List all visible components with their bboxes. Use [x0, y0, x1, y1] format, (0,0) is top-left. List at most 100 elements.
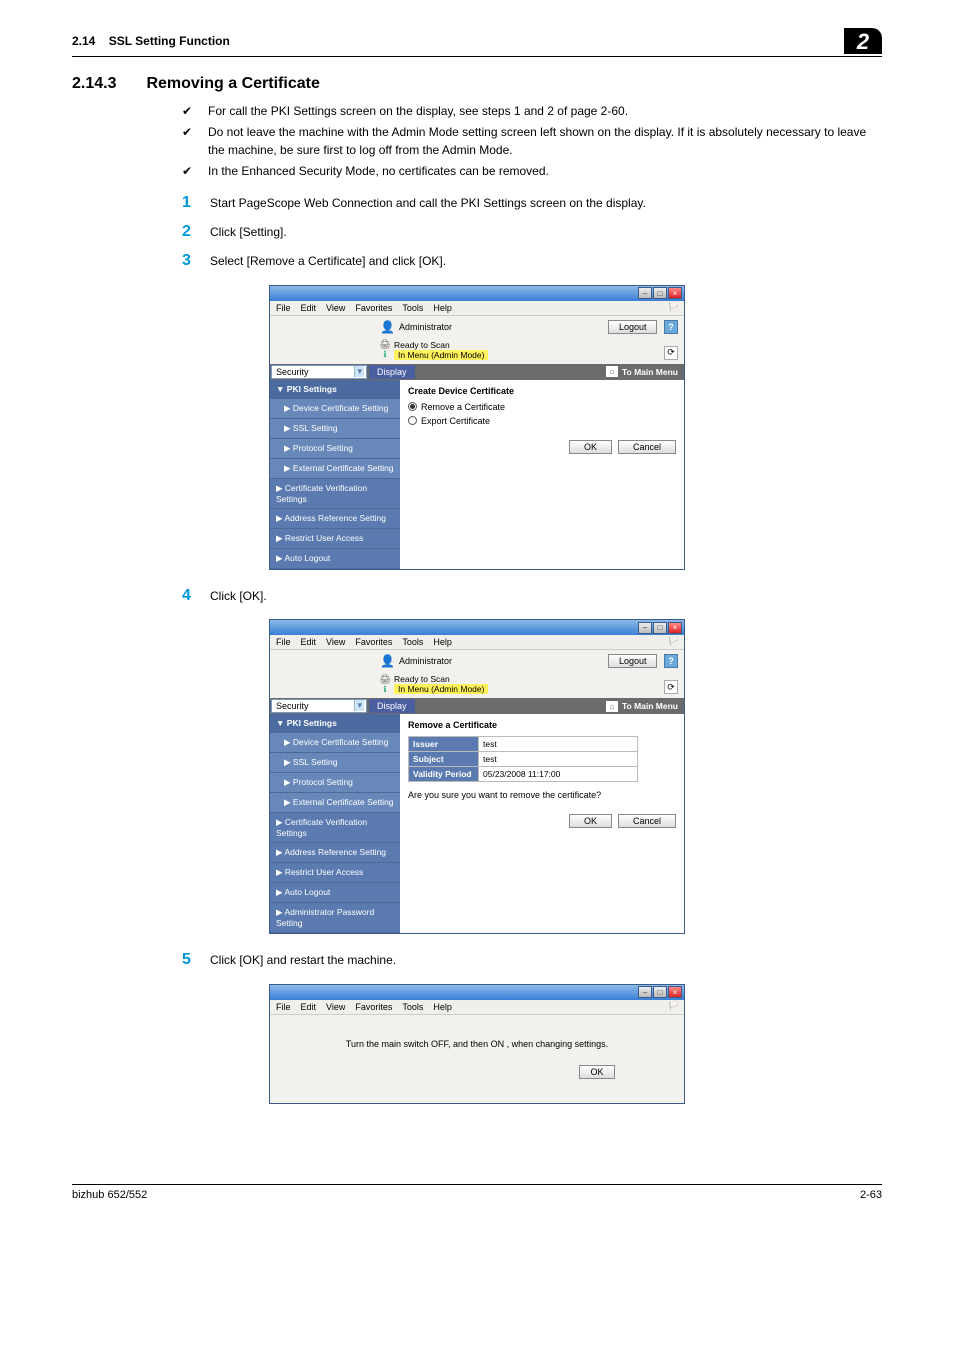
step-number: 1	[182, 195, 210, 211]
sidebar-item-device-cert[interactable]: Device Certificate Setting	[270, 399, 400, 419]
bullet-text: For call the PKI Settings screen on the …	[208, 103, 628, 120]
menu-file[interactable]: File	[276, 1002, 291, 1012]
to-main-menu-link[interactable]: ⌂ To Main Menu	[600, 699, 684, 714]
status-inmenu: In Menu (Admin Mode)	[394, 350, 488, 360]
minimize-icon[interactable]: –	[638, 986, 652, 998]
panel-title: Remove a Certificate	[408, 720, 676, 730]
restart-message: Turn the main switch OFF, and then ON , …	[290, 1039, 664, 1049]
category-select[interactable]: Security	[271, 365, 367, 379]
help-icon[interactable]: ?	[664, 654, 678, 668]
menu-edit[interactable]: Edit	[301, 1002, 317, 1012]
menu-help[interactable]: Help	[433, 637, 452, 647]
sidebar-item-restrict[interactable]: Restrict User Access	[270, 863, 400, 883]
sidebar-item-external-cert[interactable]: External Certificate Setting	[270, 459, 400, 479]
printer-icon: 🖨	[380, 674, 390, 684]
sidebar-item-protocol[interactable]: Protocol Setting	[270, 439, 400, 459]
screenshot-create-cert: – □ × File Edit View Favorites Tools Hel…	[269, 285, 685, 570]
validity-value: 05/23/2008 11:17:00	[479, 767, 638, 782]
sidebar-item-pki[interactable]: PKI Settings	[270, 380, 400, 399]
info-icon: ℹ	[380, 350, 390, 360]
close-icon[interactable]: ×	[668, 986, 682, 998]
display-button[interactable]: Display	[369, 365, 415, 379]
admin-user-icon: 👤	[380, 320, 395, 334]
sidebar-item-restrict[interactable]: Restrict User Access	[270, 529, 400, 549]
menu-view[interactable]: View	[326, 1002, 345, 1012]
maximize-icon[interactable]: □	[653, 287, 667, 299]
ok-button[interactable]: OK	[569, 814, 612, 828]
refresh-icon[interactable]: ⟳	[664, 680, 678, 694]
issuer-value: test	[479, 737, 638, 752]
radio-export-cert[interactable]	[408, 416, 417, 425]
minimize-icon[interactable]: –	[638, 287, 652, 299]
menu-file[interactable]: File	[276, 303, 291, 313]
bullet-text: In the Enhanced Security Mode, no certif…	[208, 163, 549, 180]
minimize-icon[interactable]: –	[638, 622, 652, 634]
menu-favorites[interactable]: Favorites	[355, 637, 392, 647]
sidebar-item-pki[interactable]: PKI Settings	[270, 714, 400, 733]
admin-label: Administrator	[399, 322, 452, 332]
step-text: Click [OK].	[210, 588, 267, 605]
help-icon[interactable]: ?	[664, 320, 678, 334]
cancel-button[interactable]: Cancel	[618, 814, 676, 828]
display-button[interactable]: Display	[369, 699, 415, 713]
menu-help[interactable]: Help	[433, 303, 452, 313]
ok-button[interactable]: OK	[569, 440, 612, 454]
menu-edit[interactable]: Edit	[301, 637, 317, 647]
sidebar-item-address-ref[interactable]: Address Reference Setting	[270, 843, 400, 863]
maximize-icon[interactable]: □	[653, 986, 667, 998]
screenshot-restart: – □ × File Edit View Favorites Tools Hel…	[269, 984, 685, 1104]
to-main-label: To Main Menu	[622, 367, 678, 377]
to-main-label: To Main Menu	[622, 701, 678, 711]
maximize-icon[interactable]: □	[653, 622, 667, 634]
sidebar-item-ssl[interactable]: SSL Setting	[270, 753, 400, 773]
prereq-list: ✔For call the PKI Settings screen on the…	[182, 103, 882, 181]
bullet-text: Do not leave the machine with the Admin …	[208, 124, 882, 159]
menu-favorites[interactable]: Favorites	[355, 303, 392, 313]
check-icon: ✔	[182, 124, 208, 159]
chapter-tab: 2	[844, 28, 882, 54]
sidebar-item-device-cert[interactable]: Device Certificate Setting	[270, 733, 400, 753]
menu-tools[interactable]: Tools	[402, 637, 423, 647]
check-icon: ✔	[182, 163, 208, 180]
close-icon[interactable]: ×	[668, 287, 682, 299]
ok-button[interactable]: OK	[579, 1065, 614, 1079]
window-titlebar: – □ ×	[270, 286, 684, 301]
ie-flag-icon: 🏳️	[668, 302, 680, 314]
status-inmenu: In Menu (Admin Mode)	[394, 684, 488, 694]
menu-tools[interactable]: Tools	[402, 303, 423, 313]
sidebar-item-cert-verify[interactable]: Certificate Verification Settings	[270, 479, 400, 509]
close-icon[interactable]: ×	[668, 622, 682, 634]
sidebar-item-cert-verify[interactable]: Certificate Verification Settings	[270, 813, 400, 843]
sidebar-nav: PKI Settings Device Certificate Setting …	[270, 714, 400, 933]
menu-file[interactable]: File	[276, 637, 291, 647]
confirm-text: Are you sure you want to remove the cert…	[408, 790, 676, 800]
category-select[interactable]: Security	[271, 699, 367, 713]
menu-view[interactable]: View	[326, 637, 345, 647]
logout-button[interactable]: Logout	[608, 320, 658, 334]
sidebar-item-protocol[interactable]: Protocol Setting	[270, 773, 400, 793]
refresh-icon[interactable]: ⟳	[664, 346, 678, 360]
menu-help[interactable]: Help	[433, 1002, 452, 1012]
cancel-button[interactable]: Cancel	[618, 440, 676, 454]
admin-label: Administrator	[399, 656, 452, 666]
sidebar-item-external-cert[interactable]: External Certificate Setting	[270, 793, 400, 813]
browser-menubar: File Edit View Favorites Tools Help 🏳️	[270, 1000, 684, 1015]
menu-view[interactable]: View	[326, 303, 345, 313]
sidebar-item-auto-logout[interactable]: Auto Logout	[270, 549, 400, 569]
step-list: 1Start PageScope Web Connection and call…	[182, 195, 882, 271]
home-icon: ⌂	[606, 701, 618, 712]
logout-button[interactable]: Logout	[608, 654, 658, 668]
sidebar-item-address-ref[interactable]: Address Reference Setting	[270, 509, 400, 529]
sidebar-item-auto-logout[interactable]: Auto Logout	[270, 883, 400, 903]
radio-remove-cert[interactable]	[408, 402, 417, 411]
sidebar-item-admin-password[interactable]: Administrator Password Setting	[270, 903, 400, 933]
panel-title: Create Device Certificate	[408, 386, 676, 396]
cert-info-table: Issuertest Subjecttest Validity Period05…	[408, 736, 638, 782]
step-text: Click [Setting].	[210, 224, 287, 241]
to-main-menu-link[interactable]: ⌂ To Main Menu	[600, 364, 684, 379]
menu-edit[interactable]: Edit	[301, 303, 317, 313]
status-ready: Ready to Scan	[394, 340, 450, 350]
menu-favorites[interactable]: Favorites	[355, 1002, 392, 1012]
menu-tools[interactable]: Tools	[402, 1002, 423, 1012]
sidebar-item-ssl[interactable]: SSL Setting	[270, 419, 400, 439]
